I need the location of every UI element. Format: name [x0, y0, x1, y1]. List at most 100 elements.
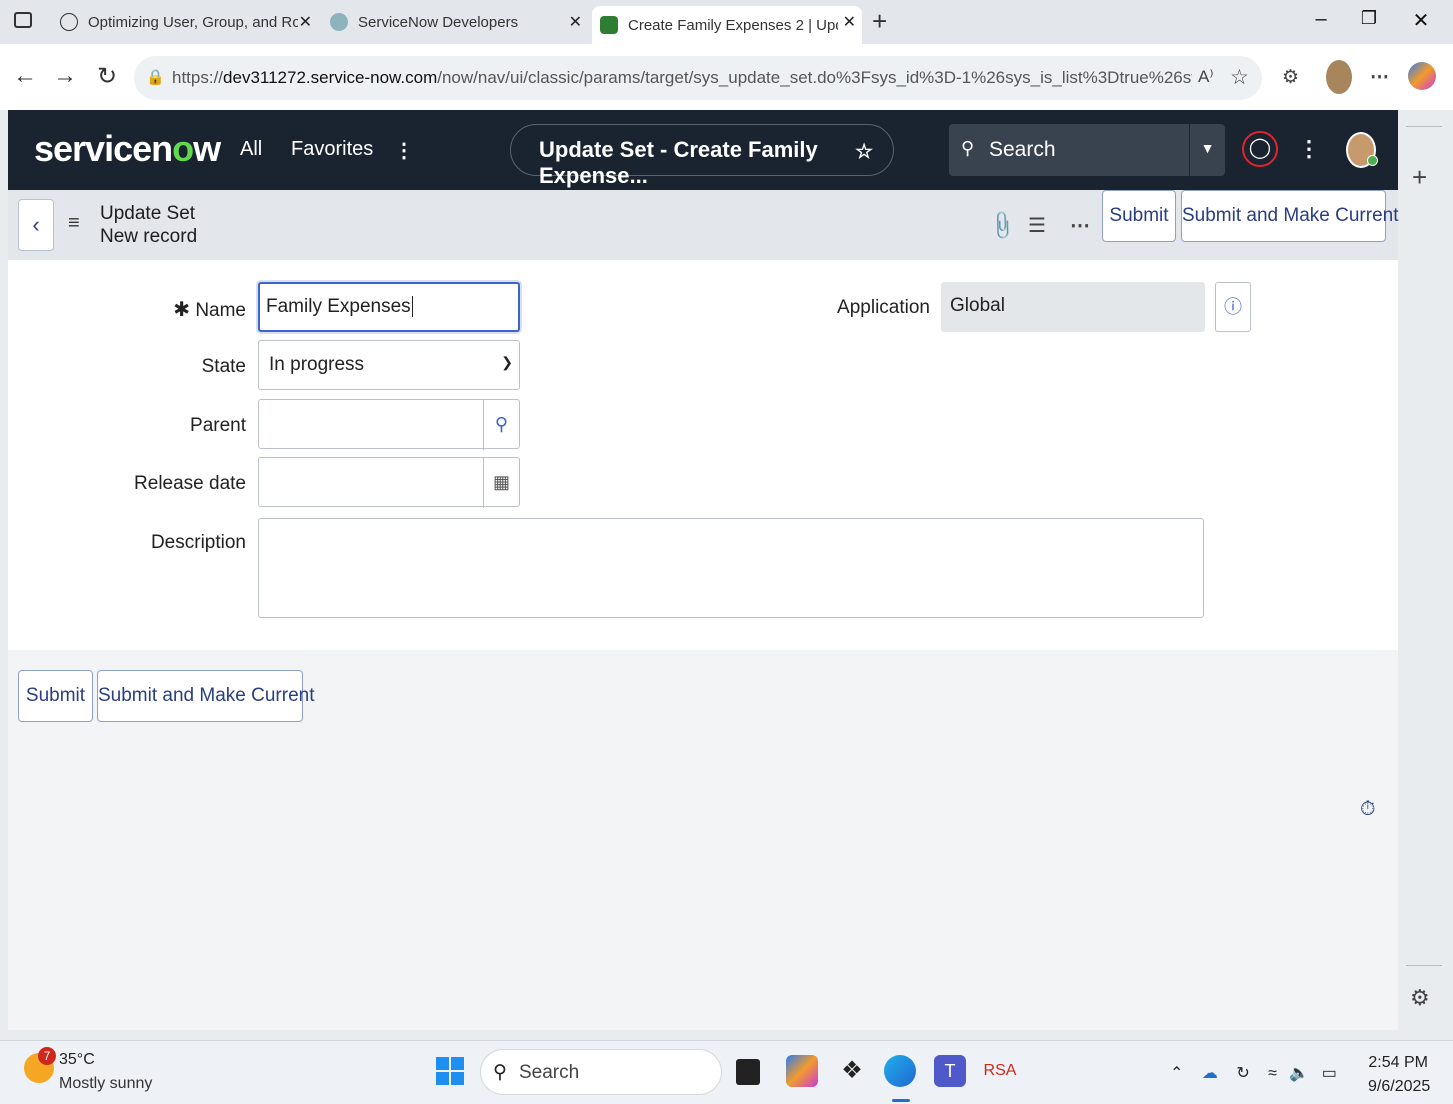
system-clock[interactable]: 2:54 PM 9/6/2025	[1368, 1051, 1430, 1099]
description-label: Description	[150, 532, 246, 553]
lookup-search-icon[interactable]: ⚲	[483, 400, 519, 450]
windows-taskbar: 7 35°C Mostly sunny ⚲ Search ❖ T RSA ⌃ ☁…	[0, 1040, 1453, 1104]
search-icon: ⚲	[961, 138, 975, 158]
submit-and-make-current-button[interactable]: Submit and Make Current	[1181, 190, 1399, 242]
mandatory-asterisk-icon: ✱	[173, 299, 191, 321]
battery-icon[interactable]: ▭	[1322, 1065, 1337, 1082]
tab-optimizing[interactable]: ​ Optimizing User, Group, and Role ✕	[52, 6, 318, 38]
application-label: Application	[837, 297, 930, 318]
rsa-icon[interactable]: RSA	[980, 1055, 1020, 1087]
browser-side-panel: + ⚙	[1398, 110, 1453, 1030]
url-text: https://dev311272.service-now.com/now/na…	[172, 68, 1192, 87]
more-options-icon[interactable]: ⋯	[1370, 66, 1389, 89]
application-info-button[interactable]: ⓘ	[1215, 282, 1251, 332]
tab-label: Create Family Expenses 2 | Update	[628, 16, 838, 34]
more-actions-icon[interactable]: ⋯	[1070, 213, 1090, 238]
search-scope-dropdown-icon[interactable]: ▼	[1189, 124, 1225, 176]
onedrive-cloud-icon[interactable]: ☁	[1202, 1065, 1218, 1082]
record-table-name: Update Set	[100, 203, 196, 224]
back-button[interactable]: ‹	[18, 199, 54, 251]
file-explorer-icon[interactable]	[736, 1059, 760, 1085]
temperature[interactable]: 35°C	[59, 1051, 95, 1069]
tab-servicenow-developers[interactable]: ​ ServiceNow Developers ✕	[322, 6, 588, 38]
tab-label: ServiceNow Developers	[358, 13, 519, 31]
weather-badge: 7	[38, 1047, 56, 1065]
wifi-icon[interactable]: ≈	[1268, 1065, 1277, 1082]
extensions-icon[interactable]: ⚙	[1282, 66, 1299, 89]
context-title: Update Set - Create Family Expense...	[539, 137, 818, 188]
volume-icon[interactable]: 🔈	[1289, 1065, 1309, 1082]
copilot-icon[interactable]	[1408, 62, 1436, 90]
close-tab-icon[interactable]: ✕	[569, 12, 582, 32]
parent-reference-input[interactable]: ⚲	[258, 399, 520, 450]
add-sidebar-plus-icon[interactable]: +	[1412, 162, 1427, 193]
calendar-icon[interactable]: ▦	[483, 458, 519, 508]
profile-icon[interactable]	[1326, 60, 1352, 94]
divider	[1406, 965, 1442, 966]
copilot-app-icon[interactable]: ❖	[836, 1055, 868, 1087]
show-hidden-icons-chevron-icon[interactable]: ⌃	[1170, 1065, 1183, 1082]
settings-gear-icon[interactable]: ⚙	[1410, 985, 1430, 1011]
tab-label: Optimizing User, Group, and Role	[88, 13, 298, 31]
m365-icon[interactable]	[786, 1055, 818, 1087]
restore-icon[interactable]: ❐	[1354, 8, 1384, 29]
url-bar[interactable]: 🔒 https://dev311272.service-now.com/now/…	[134, 56, 1262, 100]
taskbar-search-label: Search	[519, 1062, 580, 1083]
close-tab-icon[interactable]: ✕	[299, 12, 312, 32]
close-window-icon[interactable]: ✕	[1406, 8, 1436, 33]
form-header-bar: ‹ ≡ Update Set New record 📎 ☰ ⋯ Submit S…	[8, 190, 1399, 260]
servicenow-header: servicenow All Favorites ⋮ Update Set - …	[8, 110, 1398, 190]
refresh-icon[interactable]: ↻	[92, 62, 122, 91]
back-arrow-icon[interactable]: ←	[10, 62, 40, 90]
divider	[1406, 126, 1442, 127]
response-time-icon[interactable]: ⏱	[1360, 798, 1376, 821]
favorite-star-icon[interactable]: ☆	[855, 139, 873, 164]
favorite-star-icon[interactable]: ☆	[1230, 65, 1249, 90]
attachment-paperclip-icon[interactable]: 📎	[985, 208, 1020, 243]
new-tab-plus-icon[interactable]: +	[872, 6, 887, 37]
edge-browser-icon[interactable]	[884, 1055, 916, 1087]
global-search[interactable]: ⚲ Search ▼	[949, 124, 1225, 176]
search-label: Search	[989, 138, 1056, 161]
teams-icon[interactable]: T	[934, 1055, 966, 1087]
nav-all[interactable]: All	[240, 138, 262, 161]
nav-favorites[interactable]: Favorites	[291, 138, 373, 161]
active-app-indicator	[892, 1099, 910, 1102]
personalize-form-icon[interactable]: ☰	[1028, 213, 1046, 238]
description-textarea[interactable]	[258, 518, 1204, 618]
state-label: State	[201, 356, 246, 377]
application-field: Global	[941, 282, 1205, 332]
state-select[interactable]: In progress ❯	[258, 340, 520, 390]
lock-icon: 🔒	[146, 69, 165, 86]
servicenow-icon: ​	[330, 13, 348, 31]
avatar[interactable]	[1346, 132, 1378, 168]
nav-more-kebab-icon[interactable]: ⋮	[394, 138, 414, 163]
tab-create-family-expenses[interactable]: ​ Create Family Expenses 2 | Update ✕	[592, 6, 862, 44]
weather-description[interactable]: Mostly sunny	[59, 1075, 152, 1093]
forward-arrow-icon[interactable]: →	[50, 62, 80, 90]
read-aloud-icon[interactable]: A⁾	[1198, 67, 1214, 87]
time: 2:54 PM	[1368, 1054, 1428, 1071]
header-menu-kebab-icon[interactable]: ⋮	[1298, 136, 1320, 162]
globe-icon[interactable]: ◯	[1242, 131, 1278, 167]
taskbar-search[interactable]: ⚲ Search	[480, 1049, 722, 1095]
servicenow-icon: ​	[600, 16, 618, 34]
record-title: Update Set New record	[100, 202, 197, 248]
sync-icon[interactable]: ↻	[1236, 1065, 1249, 1082]
servicenow-logo[interactable]: servicenow	[34, 128, 221, 170]
footer-submit-and-make-current-button[interactable]: Submit and Make Current	[97, 670, 315, 722]
submit-button[interactable]: Submit	[1102, 190, 1176, 242]
context-title-pill[interactable]: Update Set - Create Family Expense... ☆	[510, 124, 894, 188]
windows-start-icon[interactable]	[436, 1057, 464, 1085]
form-context-menu-icon[interactable]: ≡	[68, 212, 80, 235]
release-date-input[interactable]: ▦	[258, 457, 520, 508]
name-label: ✱ Name	[173, 299, 246, 321]
tab-actions-icon[interactable]	[14, 12, 32, 28]
close-tab-icon[interactable]: ✕	[843, 12, 856, 32]
footer-submit-button[interactable]: Submit	[18, 670, 93, 722]
system-tray: ⌃ ☁ ↻ ≈ 🔈 ▭	[1170, 1063, 1337, 1083]
address-bar-row: ← → ↻ 🔒 https://dev311272.service-now.co…	[0, 44, 1453, 110]
name-input[interactable]: Family Expenses	[258, 282, 520, 332]
browser-tab-strip: ​ Optimizing User, Group, and Role ✕ ​ S…	[0, 0, 1453, 44]
minimize-icon[interactable]: –	[1306, 8, 1336, 31]
